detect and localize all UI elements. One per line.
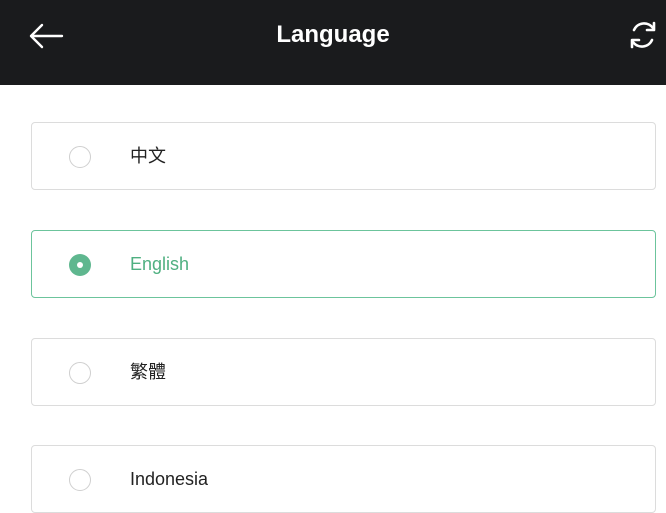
language-label: 繁體 <box>130 362 166 382</box>
language-label: English <box>130 254 190 274</box>
language-label: 中文 <box>130 146 166 166</box>
radio-button[interactable] <box>69 254 91 276</box>
radio-button[interactable] <box>69 146 91 168</box>
language-option-english[interactable]: English <box>31 230 656 298</box>
language-option-chinese-traditional[interactable]: 繁體 <box>31 338 656 406</box>
language-list: 中文 English 繁體 Indonesia <box>0 0 666 513</box>
language-option-chinese-simplified[interactable]: 中文 <box>31 122 656 190</box>
language-option-indonesia[interactable]: Indonesia <box>31 445 656 513</box>
radio-button[interactable] <box>69 362 91 384</box>
radio-button[interactable] <box>69 469 91 491</box>
language-label: Indonesia <box>130 469 209 489</box>
